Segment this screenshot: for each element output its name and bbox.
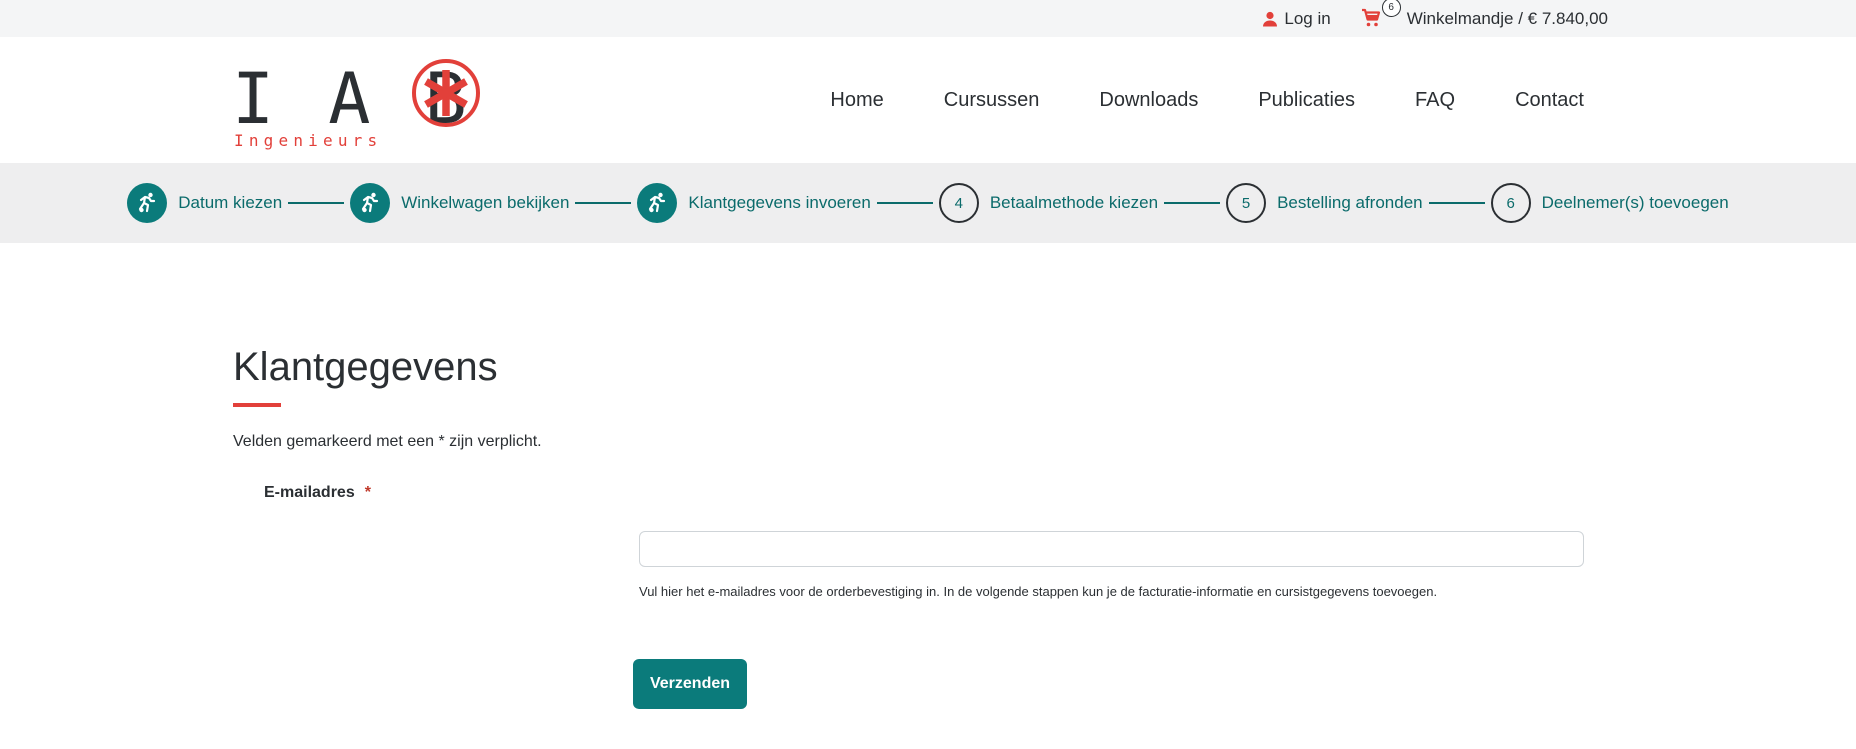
main-nav: Home Cursussen Downloads Publicaties FAQ… bbox=[830, 37, 1584, 163]
person-icon bbox=[1262, 11, 1278, 27]
shopping-cart-icon bbox=[1361, 8, 1383, 28]
step-list: Datum kiezen Winkelwagen bekijken Klantg… bbox=[127, 183, 1729, 223]
step-connector bbox=[1428, 202, 1485, 204]
step-label: Winkelwagen bekijken bbox=[401, 193, 570, 212]
step-connector bbox=[876, 202, 933, 204]
step-number: 5 bbox=[1226, 183, 1267, 223]
email-field[interactable] bbox=[639, 531, 1584, 567]
step-connector bbox=[575, 202, 632, 204]
step-betaalmethode-kiezen[interactable]: 4 Betaalmethode kiezen bbox=[938, 183, 1159, 223]
step-connector bbox=[1164, 202, 1221, 204]
site-header: I A B Ingenieurs Home Cursussen Download… bbox=[0, 37, 1856, 163]
cart-count-badge: 6 bbox=[1381, 0, 1401, 17]
top-utility-bar: Log in 6 Winkelmandje / € 7.840,00 bbox=[0, 0, 1856, 37]
site-logo[interactable]: I A B Ingenieurs bbox=[232, 57, 482, 157]
logo-subtitle: Ingenieurs bbox=[234, 131, 383, 150]
checkout-steps: Datum kiezen Winkelwagen bekijken Klantg… bbox=[0, 163, 1856, 243]
cart-link[interactable]: 6 Winkelmandje / € 7.840,00 bbox=[1361, 0, 1608, 30]
top-utility-links: Log in 6 Winkelmandje / € 7.840,00 bbox=[1262, 0, 1608, 37]
step-connector bbox=[288, 202, 345, 204]
title-underline bbox=[233, 403, 281, 407]
step-number: 4 bbox=[938, 183, 979, 223]
step-winkelwagen-bekijken[interactable]: Winkelwagen bekijken bbox=[350, 183, 569, 223]
nav-contact[interactable]: Contact bbox=[1515, 89, 1584, 112]
step-klantgegevens-invoeren[interactable]: Klantgegevens invoeren bbox=[637, 183, 871, 223]
email-label: E-mailadres * bbox=[264, 484, 371, 502]
submit-button[interactable]: Verzenden bbox=[633, 659, 747, 709]
step-bestelling-afronden[interactable]: 5 Bestelling afronden bbox=[1226, 183, 1423, 223]
step-number: 6 bbox=[1490, 183, 1531, 223]
login-label: Log in bbox=[1284, 8, 1331, 28]
step-label: Klantgegevens invoeren bbox=[688, 193, 871, 212]
running-person-icon bbox=[350, 183, 391, 223]
step-label: Datum kiezen bbox=[178, 193, 283, 212]
running-person-icon bbox=[127, 183, 168, 223]
cart-icon-wrap: 6 bbox=[1361, 0, 1401, 30]
email-help-text: Vul hier het e-mailadres voor de orderbe… bbox=[639, 584, 1438, 599]
nav-faq[interactable]: FAQ bbox=[1415, 89, 1455, 112]
cart-label: Winkelmandje / € 7.840,00 bbox=[1406, 8, 1608, 28]
step-label: Deelnemer(s) toevoegen bbox=[1541, 193, 1729, 212]
step-label: Betaalmethode kiezen bbox=[989, 193, 1159, 212]
required-fields-note: Velden gemarkeerd met een * zijn verplic… bbox=[233, 433, 542, 450]
page-title: Klantgegevens bbox=[233, 345, 498, 389]
nav-home[interactable]: Home bbox=[830, 89, 883, 112]
nav-cursussen[interactable]: Cursussen bbox=[944, 89, 1040, 112]
login-link[interactable]: Log in bbox=[1262, 8, 1331, 29]
required-marker: * bbox=[364, 484, 371, 501]
nav-publicaties[interactable]: Publicaties bbox=[1258, 89, 1355, 112]
asterisk-circle-icon bbox=[410, 57, 482, 134]
email-label-text: E-mailadres bbox=[264, 484, 355, 501]
nav-downloads[interactable]: Downloads bbox=[1099, 89, 1198, 112]
main-content: Klantgegevens Velden gemarkeerd met een … bbox=[0, 243, 1856, 749]
step-deelnemers-toevoegen[interactable]: 6 Deelnemer(s) toevoegen bbox=[1490, 183, 1729, 223]
running-person-icon bbox=[637, 183, 678, 223]
step-datum-kiezen[interactable]: Datum kiezen bbox=[127, 183, 282, 223]
step-label: Bestelling afronden bbox=[1277, 193, 1423, 212]
